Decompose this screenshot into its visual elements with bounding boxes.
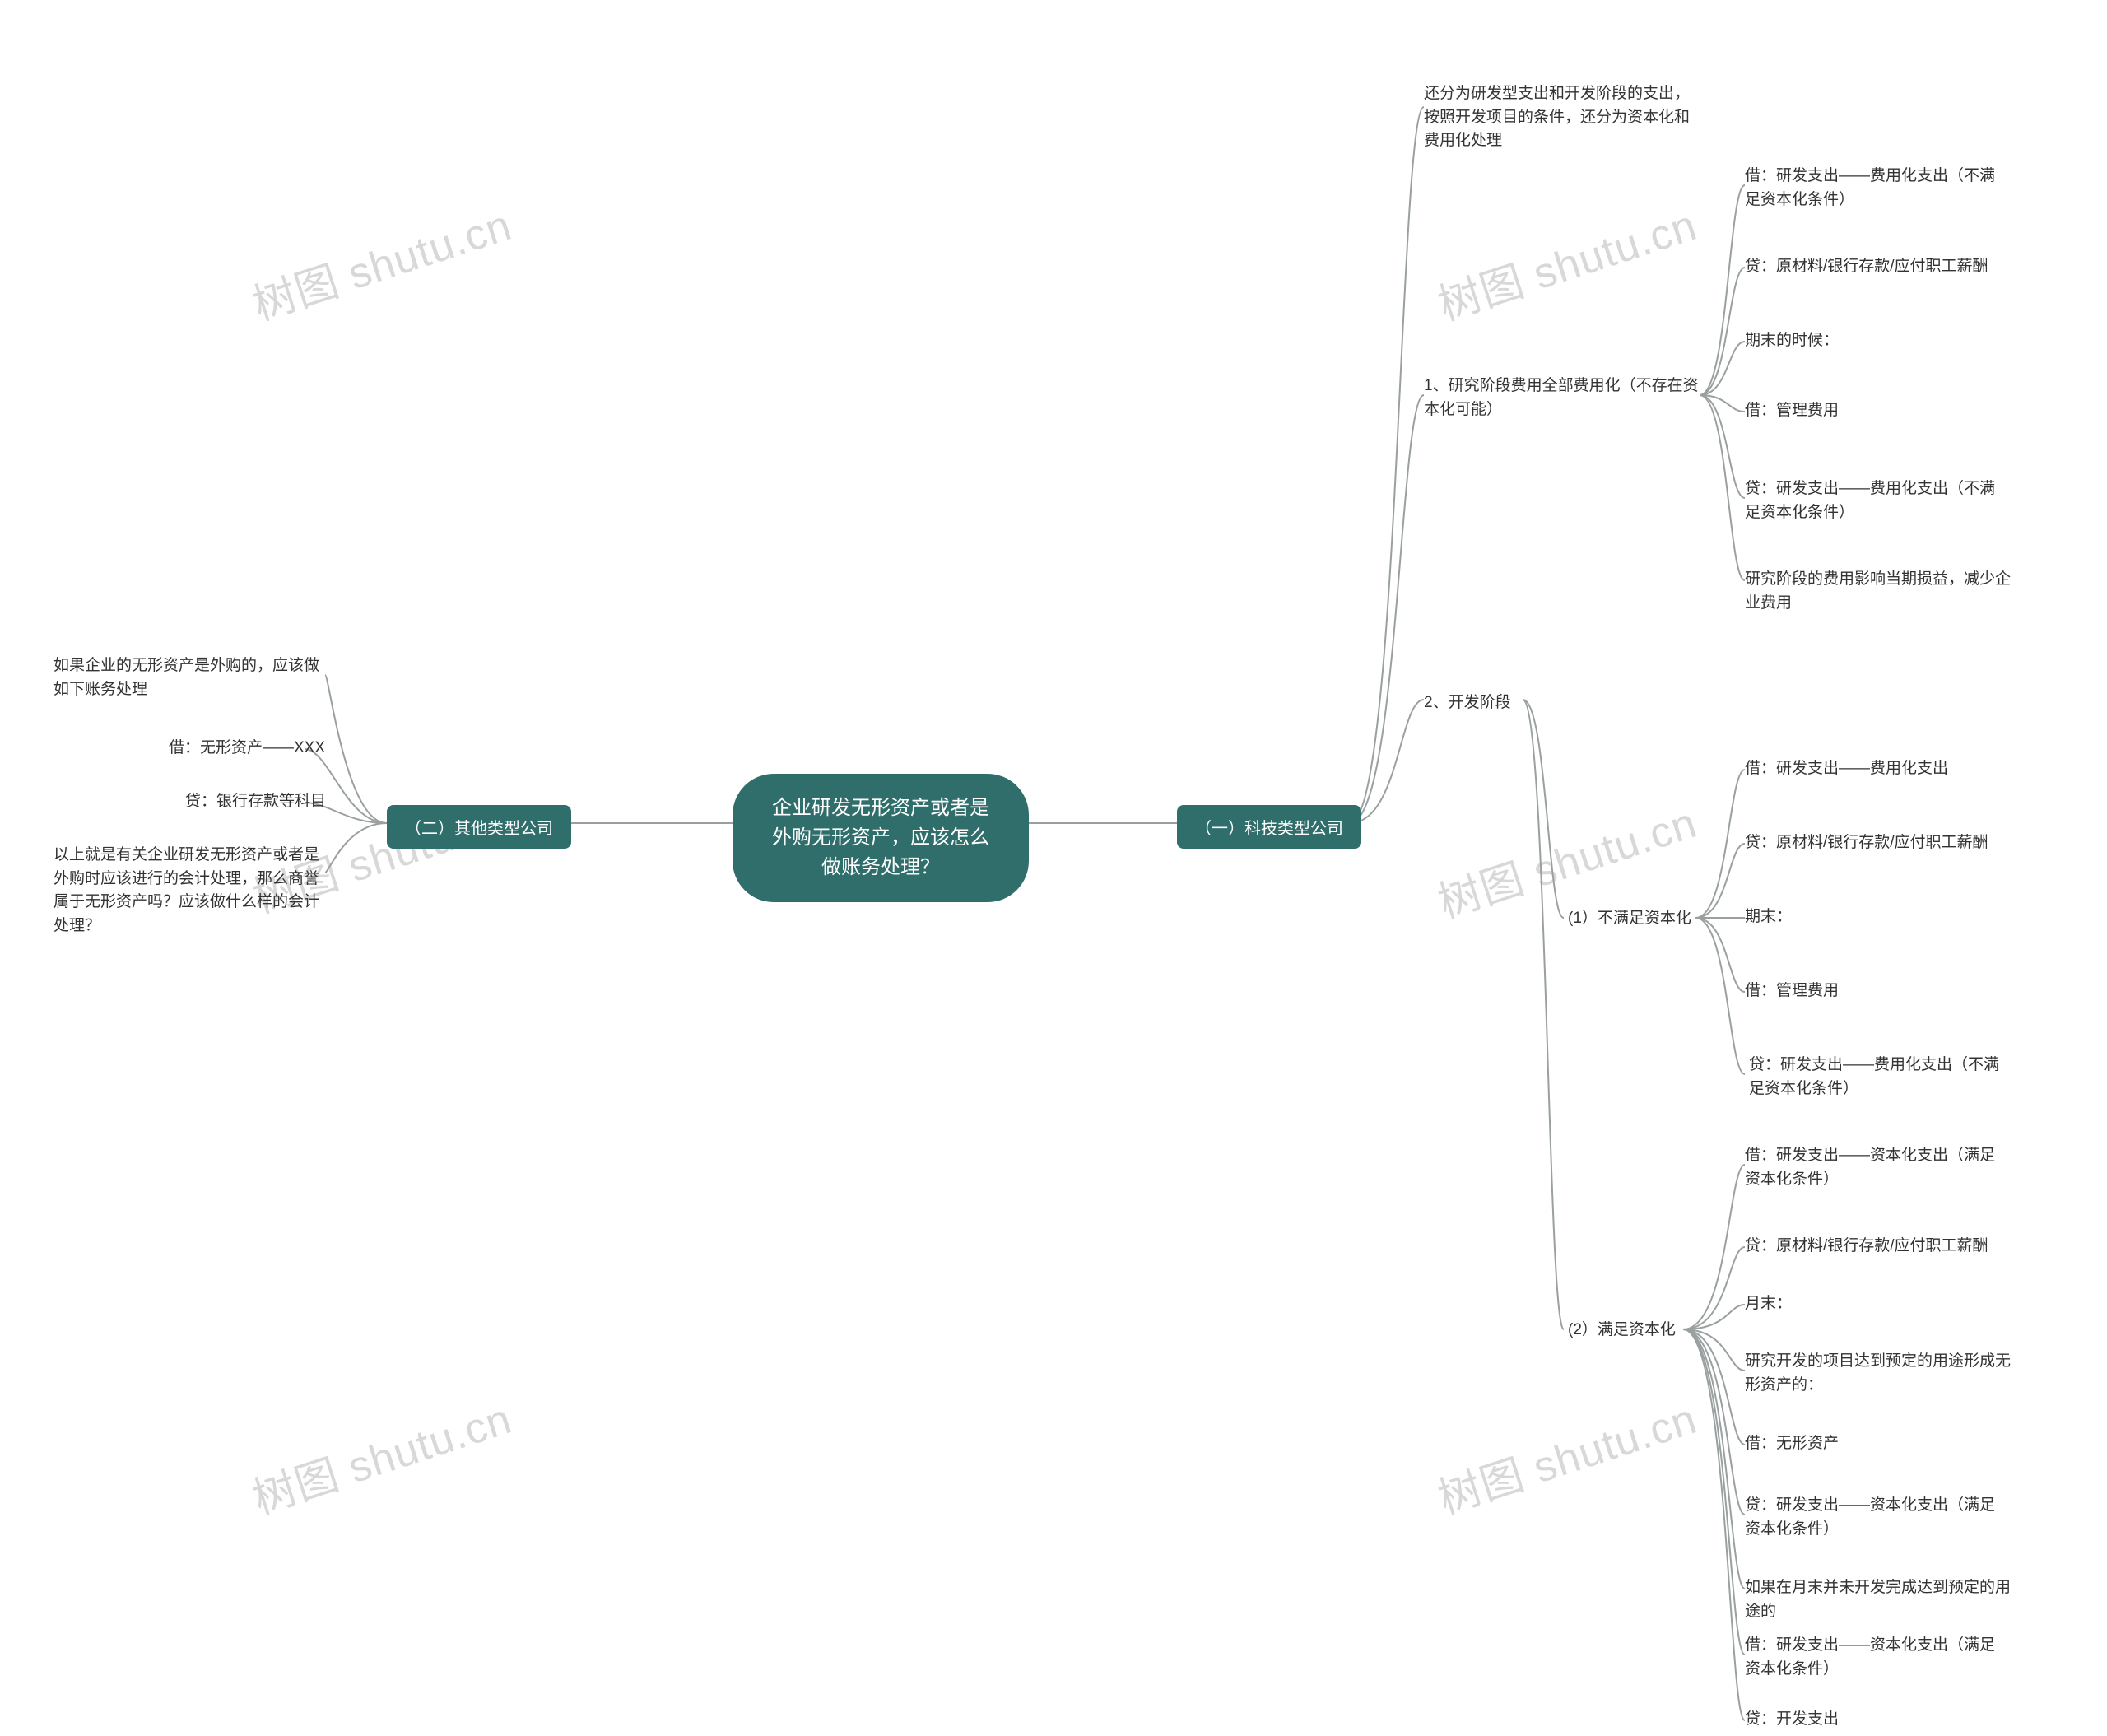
- section1-item-5[interactable]: 研究阶段的费用影响当期损益，减少企业费用: [1745, 568, 2025, 615]
- watermark: 树图 shutu.cn: [244, 190, 518, 332]
- left-item-1[interactable]: 借：无形资产——XXX: [169, 737, 325, 761]
- sub2-item-2[interactable]: 月末：: [1745, 1292, 1792, 1316]
- section1-item-1[interactable]: 贷：原材料/银行存款/应付职工薪酬: [1745, 255, 2008, 279]
- root-title-line3: 做账务处理？: [765, 853, 996, 882]
- sub1-item-0[interactable]: 借：研发支出——费用化支出: [1745, 757, 2008, 781]
- watermark: 树图 shutu.cn: [1429, 190, 1703, 332]
- sub1-item-3[interactable]: 借：管理费用: [1745, 980, 1839, 1003]
- sub2-item-5[interactable]: 贷：研发支出——资本化支出（满足资本化条件）: [1745, 1494, 2008, 1541]
- watermark: 树图 shutu.cn: [1429, 1384, 1703, 1525]
- sub2-item-4[interactable]: 借：无形资产: [1745, 1432, 1839, 1456]
- section1-item-3[interactable]: 借：管理费用: [1745, 399, 1839, 423]
- right-note-top[interactable]: 还分为研发型支出和开发阶段的支出，按照开发项目的条件，还分为资本化和费用化处理: [1424, 82, 1704, 153]
- sub1-item-2[interactable]: 期末：: [1745, 905, 1792, 929]
- left-item-2[interactable]: 贷：银行存款等科目: [185, 790, 326, 814]
- section1-item-0[interactable]: 借：研发支出——费用化支出（不满足资本化条件）: [1745, 165, 2008, 212]
- root-node[interactable]: 企业研发无形资产或者是 外购无形资产，应该怎么 做账务处理？: [733, 774, 1029, 902]
- sub2-item-7[interactable]: 借：研发支出——资本化支出（满足资本化条件）: [1745, 1634, 2008, 1681]
- root-title-line1: 企业研发无形资产或者是: [765, 794, 996, 823]
- section1-item-2[interactable]: 期末的时候：: [1745, 329, 1839, 353]
- sub2-item-0[interactable]: 借：研发支出——资本化支出（满足资本化条件）: [1745, 1144, 2008, 1191]
- branch-other-companies[interactable]: （二）其他类型公司: [387, 805, 571, 849]
- sub2-item-8[interactable]: 贷：开发支出: [1745, 1708, 1839, 1732]
- section1-item-4[interactable]: 贷：研发支出——费用化支出（不满足资本化条件）: [1745, 477, 2008, 524]
- branch-tech-companies[interactable]: （一）科技类型公司: [1177, 805, 1361, 849]
- sub2-label[interactable]: (2）满足资本化: [1568, 1317, 1676, 1339]
- sub1-item-1[interactable]: 贷：原材料/银行存款/应付职工薪酬: [1745, 831, 2008, 855]
- left-item-0[interactable]: 如果企业的无形资产是外购的，应该做如下账务处理: [53, 654, 329, 701]
- sub1-item-4[interactable]: 贷：研发支出——费用化支出（不满足资本化条件）: [1749, 1054, 2012, 1101]
- sub2-item-6[interactable]: 如果在月末并未开发完成达到预定的用途的: [1745, 1576, 2021, 1623]
- sub2-item-1[interactable]: 贷：原材料/银行存款/应付职工薪酬: [1745, 1235, 2008, 1259]
- watermark: 树图 shutu.cn: [244, 1384, 518, 1525]
- section1-label[interactable]: 1、研究阶段费用全部费用化（不存在资本化可能）: [1424, 375, 1700, 421]
- root-title-line2: 外购无形资产，应该怎么: [765, 823, 996, 853]
- sub1-label[interactable]: (1）不满足资本化: [1568, 905, 1691, 928]
- section2-label[interactable]: 2、开发阶段: [1424, 690, 1511, 712]
- sub2-item-3[interactable]: 研究开发的项目达到预定的用途形成无形资产的：: [1745, 1350, 2021, 1397]
- left-item-3[interactable]: 以上就是有关企业研发无形资产或者是外购时应该进行的会计处理，那么商誉属于无形资产…: [53, 844, 329, 938]
